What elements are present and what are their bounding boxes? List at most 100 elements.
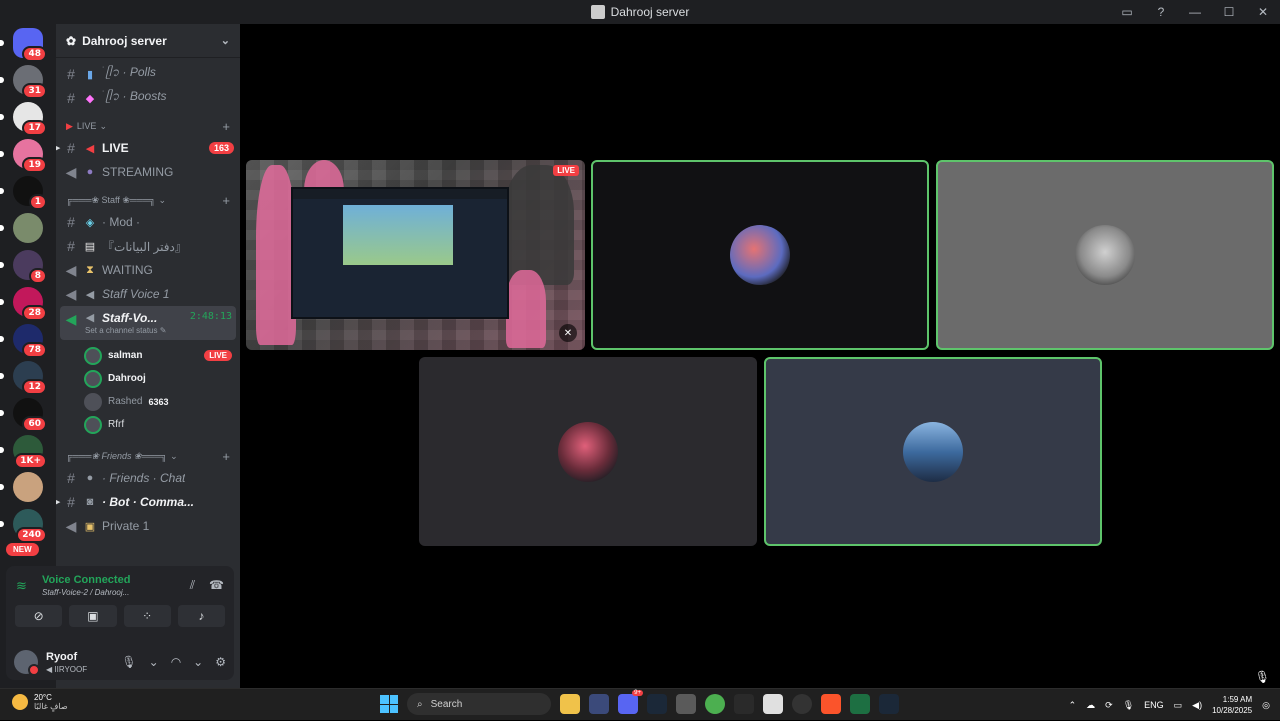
category-friends[interactable]: ╔═══❀ Friends ❀═══╗ ⌄ + — [56, 446, 240, 466]
voice-user[interactable]: salman LIVE — [56, 344, 240, 367]
mention-badge: 1K+ — [14, 453, 47, 469]
activities-button[interactable]: ⁘ — [123, 605, 171, 627]
screen-share-button[interactable]: ▣ — [69, 605, 117, 627]
voice-channel-path[interactable]: Staff-Voice-2 / Dahrooj... — [42, 588, 130, 597]
username[interactable]: Ryoof — [46, 651, 87, 663]
participant-tile[interactable] — [936, 160, 1274, 350]
chevron-down-icon[interactable]: ⌄ — [221, 34, 230, 47]
server-icon[interactable]: 78 — [0, 324, 47, 358]
channel-bot-commands[interactable]: ▶ # ◙ · Bot · Comma... — [56, 490, 240, 514]
document-icon[interactable] — [763, 694, 783, 714]
discord-icon[interactable]: 9+ — [618, 690, 643, 714]
network-icon[interactable]: ▭ — [1174, 700, 1183, 711]
app-icon[interactable] — [734, 694, 754, 714]
channel-mod[interactable]: # ◈ · Mod · — [56, 210, 240, 234]
steam-icon[interactable] — [647, 694, 667, 714]
chevron-up-icon[interactable]: ⌃ — [1069, 700, 1077, 711]
server-icon[interactable]: 31 — [0, 65, 47, 99]
microphone-icon[interactable]: 🎙 — [121, 655, 136, 669]
file-explorer-icon[interactable] — [560, 694, 580, 714]
server-icon[interactable]: 48 — [0, 28, 47, 62]
server-icon[interactable] — [0, 213, 43, 243]
boost-icon: ◆ — [85, 92, 95, 105]
voice-user[interactable]: Rfrf — [56, 413, 240, 436]
app-icon[interactable] — [792, 694, 812, 714]
language-indicator[interactable]: ENG — [1144, 700, 1164, 710]
start-button[interactable] — [380, 695, 398, 713]
channel-polls[interactable]: # ▮ ׂ ᥫ᭡ · Polls — [56, 62, 240, 86]
excel-icon[interactable] — [850, 694, 870, 714]
server-header[interactable]: ✿ Dahrooj server ⌄ — [56, 24, 240, 58]
channel-name: 『دفتر البيانات』 — [102, 239, 187, 254]
server-icon-slot: 1 — [0, 172, 56, 210]
server-icon[interactable]: 8 — [0, 250, 47, 284]
weather-widget[interactable]: 20°C صافٍ غالبًا — [12, 693, 68, 711]
microphone-icon[interactable]: 🎙 — [1123, 700, 1134, 711]
channel-live[interactable]: ▶ # ◀ LIVE 163 — [56, 136, 240, 160]
signal-icon[interactable]: ≋ — [16, 578, 34, 594]
server-icon[interactable]: 60 — [0, 398, 47, 432]
headphones-icon[interactable]: ◠ — [171, 655, 181, 669]
camera-off-button[interactable]: ⊘ — [15, 605, 63, 627]
channel-streaming[interactable]: ◀ ● STREAMING — [56, 160, 240, 184]
voice-user-list: salman LIVE Dahrooj Rashed 6363 Rfrf — [56, 344, 240, 436]
settings-icon[interactable] — [676, 694, 696, 714]
channel-private-1[interactable]: ◀ ▣ Private 1 — [56, 514, 240, 538]
server-icon[interactable]: 17 — [0, 102, 47, 136]
gear-icon[interactable]: ⚙ — [215, 655, 226, 669]
chevron-down-icon[interactable]: ⌄ — [193, 655, 203, 669]
add-channel-icon[interactable]: + — [222, 193, 230, 208]
channel-boosts[interactable]: # ◆ ׂ ᥫ᭡ · Boosts — [56, 86, 240, 110]
notification-icon[interactable]: ◎ — [1262, 700, 1270, 711]
sync-icon[interactable]: ⟳ — [1105, 700, 1113, 711]
chrome-icon[interactable] — [705, 694, 725, 714]
store-icon[interactable] — [589, 694, 609, 714]
inbox-icon[interactable]: ▭ — [1110, 0, 1144, 24]
microphone-icon[interactable]: 🎙 — [1255, 670, 1270, 684]
taskbar-search[interactable]: ⌕ Search — [407, 693, 551, 715]
minimize-button[interactable]: — — [1178, 0, 1212, 24]
close-button[interactable]: ✕ — [1246, 0, 1280, 24]
steam-icon[interactable] — [879, 694, 899, 714]
server-icon[interactable]: 28 — [0, 287, 47, 321]
chevron-down-icon: ⌄ — [158, 194, 166, 205]
cloud-icon[interactable]: ☁ — [1086, 700, 1095, 711]
server-icon[interactable]: 19 — [0, 139, 47, 173]
volume-mute-icon[interactable]: ✕ — [559, 324, 577, 342]
disconnect-icon[interactable]: ☎ — [209, 578, 224, 593]
channel-waiting[interactable]: ◀ ⧗ WAITING — [56, 258, 240, 282]
avatar[interactable] — [14, 650, 40, 676]
participant-tile[interactable] — [764, 357, 1102, 546]
category-staff[interactable]: ╔═══❀ Staff ❀═══╗ ⌄ + — [56, 190, 240, 210]
channel-data[interactable]: # ▤ 『دفتر البيانات』 — [56, 234, 240, 258]
participant-tile[interactable] — [591, 160, 929, 350]
clock[interactable]: 1:59 AM 10/28/2025 — [1212, 694, 1252, 716]
stream-tile[interactable]: LIVE ✕ — [246, 160, 585, 350]
voice-user[interactable]: Rashed 6363 — [56, 390, 240, 413]
maximize-button[interactable]: ☐ — [1212, 0, 1246, 24]
channel-name: ׂ ᥫ᭡ · Boosts — [102, 89, 167, 103]
channel-friends-chat[interactable]: # ● · Friends · Chat — [56, 466, 240, 490]
new-badge[interactable]: NEW — [6, 543, 39, 556]
server-icon[interactable]: 1K+ — [0, 435, 47, 469]
channel-staff-voice-2[interactable]: ◀ ◀ Staff-Vo... 2:48:13 Set a channel st… — [60, 306, 236, 340]
server-icon[interactable]: 1 — [0, 176, 47, 210]
channel-staff-voice-1[interactable]: ◀ ◀ Staff Voice 1 — [56, 282, 240, 306]
help-icon[interactable]: ? — [1144, 0, 1178, 24]
brave-icon[interactable] — [821, 694, 841, 714]
soundboard-button[interactable]: ♪ — [177, 605, 225, 627]
category-live[interactable]: ▶ LIVE ⌄ + — [56, 116, 240, 136]
voice-user[interactable]: Dahrooj — [56, 367, 240, 390]
server-icon[interactable]: 240 — [0, 509, 47, 543]
noise-suppression-icon[interactable]: ⫽ — [190, 578, 195, 593]
server-icon[interactable] — [0, 472, 43, 502]
add-channel-icon[interactable]: + — [222, 119, 230, 134]
server-icon-slot: 17 — [0, 98, 56, 136]
voice-status[interactable]: Voice Connected — [42, 574, 130, 586]
channel-status-prompt[interactable]: Set a channel status ✎ — [85, 326, 166, 335]
volume-icon[interactable]: ◀) — [1192, 700, 1202, 711]
add-channel-icon[interactable]: + — [222, 449, 230, 464]
participant-tile[interactable] — [419, 357, 757, 546]
server-icon[interactable]: 12 — [0, 361, 47, 395]
chevron-down-icon[interactable]: ⌄ — [149, 655, 159, 669]
